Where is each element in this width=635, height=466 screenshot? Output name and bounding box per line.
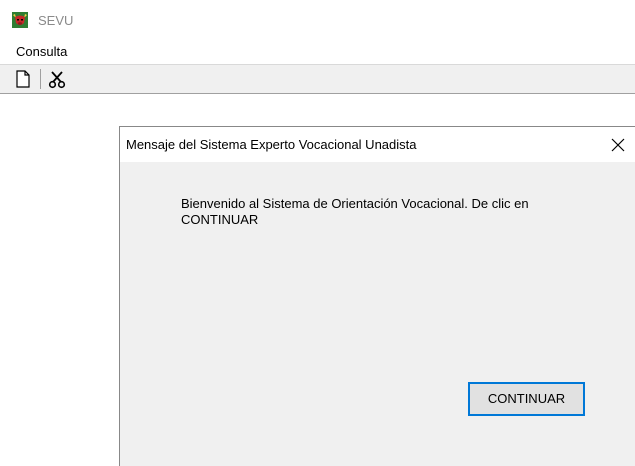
dialog-message: Bienvenido al Sistema de Orientación Voc… [181, 196, 529, 227]
app-title: SEVU [38, 13, 74, 28]
new-document-button[interactable] [12, 68, 34, 90]
dialog-title: Mensaje del Sistema Experto Vocacional U… [126, 137, 417, 152]
cut-button[interactable] [46, 68, 68, 90]
new-document-icon [12, 68, 34, 90]
toolbar-separator [40, 69, 41, 89]
menu-bar: Consulta [0, 40, 635, 64]
app-titlebar: SEVU [0, 0, 635, 40]
toolbar [0, 64, 635, 94]
dialog-titlebar: Mensaje del Sistema Experto Vocacional U… [120, 127, 635, 162]
bull-head-icon [12, 12, 28, 28]
continue-button[interactable]: CONTINUAR [468, 382, 585, 416]
close-icon[interactable] [608, 135, 628, 155]
cut-scissors-icon [46, 68, 68, 90]
message-dialog: Mensaje del Sistema Experto Vocacional U… [119, 126, 635, 466]
menu-item-consulta[interactable]: Consulta [16, 44, 67, 60]
